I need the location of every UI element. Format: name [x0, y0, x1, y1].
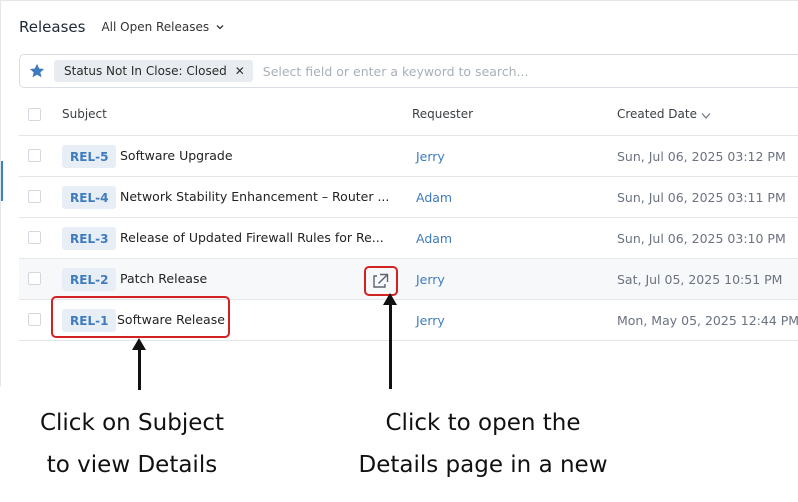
- column-header-requester[interactable]: Requester: [412, 107, 473, 121]
- release-subject[interactable]: Patch Release: [120, 271, 207, 286]
- chevron-down-icon: [216, 25, 224, 30]
- row-checkbox[interactable]: [28, 190, 41, 203]
- sort-down-icon: [701, 112, 711, 119]
- annotation-line: Click to open the: [385, 410, 581, 436]
- column-header-created-date[interactable]: Created Date: [617, 107, 711, 121]
- arrow-shaft: [389, 303, 392, 389]
- annotation-line: to view Details: [46, 452, 218, 478]
- table-row[interactable]: REL-4 Network Stability Enhancement – Ro…: [19, 177, 798, 218]
- view-selector[interactable]: All Open Releases: [101, 20, 225, 34]
- created-date: Sat, Jul 05, 2025 10:51 PM: [617, 272, 783, 287]
- table-row[interactable]: REL-3 Release of Updated Firewall Rules …: [19, 218, 798, 259]
- select-all-checkbox[interactable]: [28, 108, 41, 121]
- row-checkbox[interactable]: [28, 313, 41, 326]
- release-id-badge[interactable]: REL-3: [62, 227, 117, 250]
- filter-bar: Status Not In Close: Closed ✕: [19, 54, 798, 88]
- star-icon[interactable]: [28, 62, 46, 80]
- annotation-line: Details page in a new: [358, 452, 608, 478]
- requester-link[interactable]: Jerry: [416, 149, 445, 164]
- release-id-badge[interactable]: REL-2: [62, 268, 117, 291]
- column-header-created-label: Created Date: [617, 107, 697, 121]
- row-checkbox[interactable]: [28, 231, 41, 244]
- subject-callout-box: [51, 296, 230, 338]
- page-title: Releases: [19, 18, 86, 36]
- table-header-row: Subject Requester Created Date: [19, 95, 798, 136]
- created-date: Sun, Jul 06, 2025 03:12 PM: [617, 149, 786, 164]
- external-link-icon[interactable]: [364, 266, 398, 296]
- requester-link[interactable]: Adam: [416, 231, 452, 246]
- view-selector-label: All Open Releases: [101, 20, 210, 34]
- table-row[interactable]: REL-2 Patch Release Jerry Sat, Jul 05, 2…: [19, 259, 798, 300]
- close-icon[interactable]: ✕: [235, 64, 245, 78]
- filter-chip-label: Status Not In Close: Closed: [64, 64, 227, 78]
- left-accent-bar: [1, 161, 3, 201]
- created-date: Sun, Jul 06, 2025 03:11 PM: [617, 190, 786, 205]
- table-row[interactable]: REL-5 Software Upgrade Jerry Sun, Jul 06…: [19, 136, 798, 177]
- release-id-badge[interactable]: REL-5: [62, 145, 117, 168]
- release-subject[interactable]: Release of Updated Firewall Rules for Re…: [120, 230, 384, 245]
- release-subject[interactable]: Software Upgrade: [120, 148, 233, 163]
- arrow-shaft: [138, 348, 141, 390]
- search-input[interactable]: [260, 62, 798, 80]
- filter-chip: Status Not In Close: Closed ✕: [54, 60, 253, 82]
- annotation-line: Click on Subject: [39, 410, 225, 436]
- page-header: Releases All Open Releases: [19, 15, 225, 39]
- annotation-subject-text: Click on Subject to view Details: [14, 402, 250, 486]
- requester-link[interactable]: Adam: [416, 190, 452, 205]
- release-id-badge[interactable]: REL-4: [62, 186, 117, 209]
- release-subject[interactable]: Network Stability Enhancement – Router .…: [120, 189, 389, 204]
- created-date: Mon, May 05, 2025 12:44 PM: [617, 313, 798, 328]
- column-header-subject[interactable]: Subject: [62, 107, 107, 121]
- requester-link[interactable]: Jerry: [416, 272, 445, 287]
- requester-link[interactable]: Jerry: [416, 313, 445, 328]
- annotation-open-text: Click to open the Details page in a new: [343, 402, 623, 486]
- row-checkbox[interactable]: [28, 272, 41, 285]
- created-date: Sun, Jul 06, 2025 03:10 PM: [617, 231, 786, 246]
- row-checkbox[interactable]: [28, 149, 41, 162]
